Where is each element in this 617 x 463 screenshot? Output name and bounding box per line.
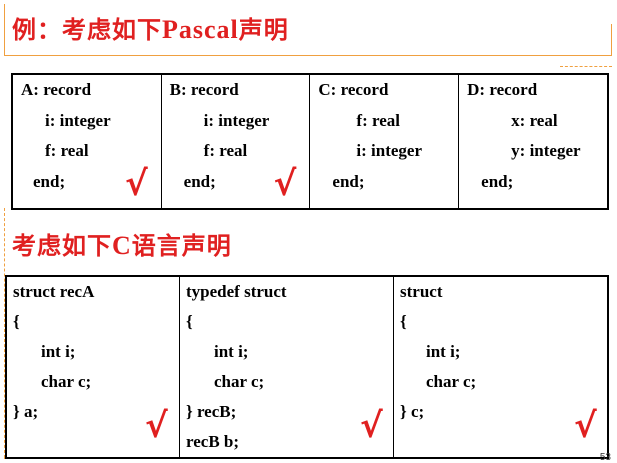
cell-line: { (186, 312, 193, 331)
check-mark-icon: √ (125, 164, 148, 204)
cell-line: char c; (214, 372, 265, 391)
cell-line: A: record (21, 80, 92, 99)
c-cell-recb: typedef struct { int i; char c; } recB; … (179, 275, 394, 459)
subtitle-suffix: 语言声明 (131, 232, 232, 260)
cell-line: end; (481, 171, 514, 191)
pascal-cell-a: A: record i: integer f: real end; √ (11, 73, 162, 210)
cell-line: int i; (426, 342, 461, 361)
title-latin: Pascal (162, 15, 239, 44)
subtitle-prefix: 考虑如下 (12, 232, 112, 260)
pascal-cell-b: B: record i: integer f: real end; √ (160, 73, 311, 210)
page-number: 53 (599, 452, 611, 463)
check-mark-icon: √ (145, 406, 168, 446)
cell-line: B: record (169, 80, 239, 99)
title-prefix: 例：考虑如下 (12, 16, 162, 44)
c-structs-table: struct recA { int i; char c; } a; √ type… (5, 275, 609, 459)
c-cell-reca: struct recA { int i; char c; } a; √ (5, 275, 180, 459)
cell-line: i: integer (203, 110, 270, 130)
cell-line: { (400, 312, 407, 331)
cell-line: f: real (45, 141, 89, 160)
check-mark-icon: √ (574, 406, 597, 446)
pascal-cell-c: C: record f: real i: integer end; (309, 73, 460, 210)
c-cell-anonymous: struct { int i; char c; } c; √ (393, 275, 609, 459)
cell-line: struct recA (13, 282, 95, 301)
cell-line: f: real (203, 141, 248, 160)
cell-line: { (13, 312, 20, 331)
dashed-divider (560, 66, 612, 67)
subtitle-latin: C (112, 231, 132, 260)
cell-line: char c; (41, 372, 92, 391)
check-mark-icon: √ (273, 164, 297, 204)
cell-line: y: integer (511, 141, 581, 160)
cell-line: int i; (214, 342, 249, 361)
cell-line: end; (332, 171, 365, 191)
cell-line: i: integer (45, 110, 111, 130)
cell-line: int i; (41, 342, 76, 361)
title-suffix: 声明 (238, 16, 289, 44)
pascal-records-table: A: record i: integer f: real end; √ B: r… (11, 73, 609, 210)
cell-line: D: record (467, 80, 538, 99)
pascal-cell-d: D: record x: real y: integer end; (458, 73, 609, 210)
section-heading: 考虑如下C语言声明 (12, 226, 232, 261)
cell-line: typedef struct (186, 282, 287, 301)
cell-line: i: integer (356, 141, 423, 160)
cell-line: char c; (426, 372, 477, 391)
cell-line: f: real (356, 110, 400, 130)
cell-line: struct (400, 282, 443, 301)
check-mark-icon: √ (360, 406, 383, 446)
cell-line: x: real (511, 110, 558, 130)
cell-line: C: record (318, 80, 389, 99)
slide-title: 例：考虑如下Pascal声明 (12, 10, 289, 45)
